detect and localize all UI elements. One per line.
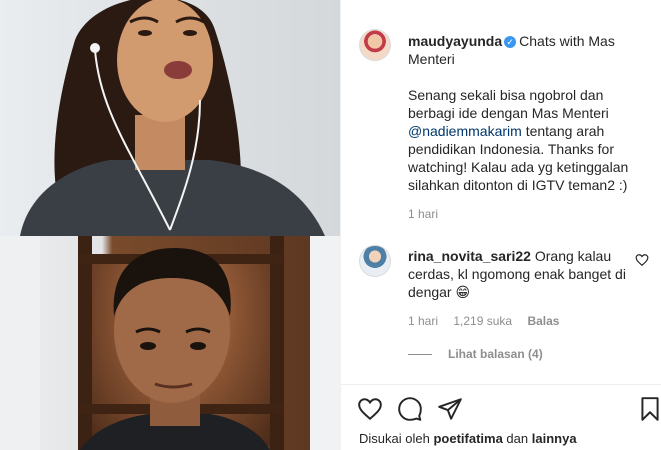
comment-like-count[interactable]: 1,219 suka [453,314,512,328]
paper-plane-icon[interactable] [437,396,463,422]
caption-text-1: Senang sekali bisa ngobrol dan berbagi i… [408,87,609,121]
section-divider [341,384,661,385]
comment-timestamp[interactable]: 1 hari [408,314,438,328]
bookmark-icon[interactable] [637,396,661,422]
woman-speaking-figure [20,0,325,236]
comment-bubble-icon[interactable] [397,396,423,422]
liked-by-line: Disukai oleh poetifatima dan lainnya [359,431,577,446]
verified-badge-icon: ✓ [504,36,517,48]
video-frame-bottom [0,236,340,450]
author-username[interactable]: maudyayunda [408,33,502,49]
post-media[interactable] [0,0,340,450]
commenter-avatar[interactable] [359,245,391,277]
post-caption-header: maudyayunda ✓ Chats with Mas Menteri [408,32,644,68]
liked-by-prefix: Disukai oleh [359,431,430,446]
heart-icon[interactable] [357,396,383,422]
liked-by-user[interactable]: poetifatima [433,431,502,446]
replies-divider-line [408,353,432,355]
view-replies-button[interactable]: Lihat balasan (4) [408,347,543,361]
comment: rina_novita_sari22 Orang kalau cerdas, k… [408,247,634,301]
caption-mention-link[interactable]: @nadiemmakarim [408,123,522,139]
video-frame-top [0,0,340,236]
view-replies-label[interactable]: Lihat balasan (4) [448,347,543,361]
author-avatar[interactable] [359,29,391,61]
man-speaking-figure [80,248,270,450]
post-details-panel: maudyayunda ✓ Chats with Mas Menteri Senan… [340,0,661,450]
liked-by-joiner: dan [506,431,529,446]
post-caption-body: Senang sekali bisa ngobrol dan berbagi i… [408,86,648,194]
comment-reply-button[interactable]: Balas [527,314,559,328]
liked-by-others[interactable]: lainnya [532,431,577,446]
post-timestamp[interactable]: 1 hari [408,207,438,221]
commenter-username[interactable]: rina_novita_sari22 [408,248,531,264]
comment-meta: 1 hari 1,219 suka Balas [408,314,571,328]
comment-like-heart-icon[interactable] [635,253,649,267]
